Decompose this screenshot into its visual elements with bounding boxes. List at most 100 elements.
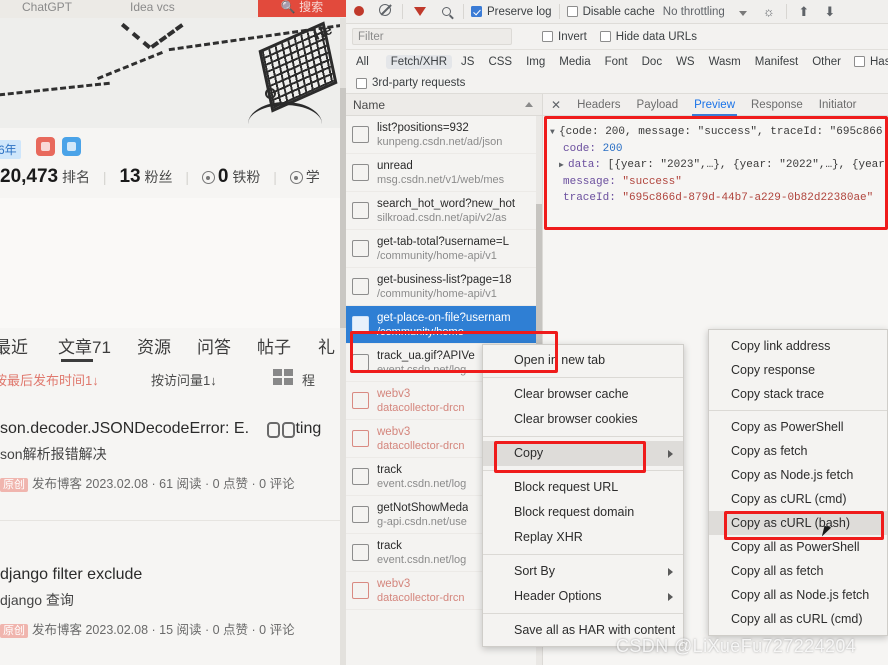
request-row[interactable]: search_hot_word?new_hot silkroad.csdn.net… [346, 192, 542, 230]
submenu-item-copy-stack-trace[interactable]: Copy stack trace [709, 382, 887, 406]
hide-data-urls-checkbox[interactable]: Hide data URLs [599, 31, 697, 43]
menu-item-clear-browser-cache[interactable]: Clear browser cache [483, 382, 683, 407]
filter-icon[interactable] [407, 4, 433, 30]
post-item[interactable]: son.decoder.JSONDecodeError: E. ting son… [0, 420, 346, 492]
profile-counters: 20,473 排名 | 13 粉丝 | 0 铁粉 | 学 [0, 166, 346, 198]
collapse-triangle-icon[interactable]: ▼ [550, 125, 559, 141]
post-title[interactable]: django filter exclude [0, 566, 346, 584]
type-filter-fetch-xhr[interactable]: Fetch/XHR [385, 54, 453, 69]
tab-chatgpt[interactable]: ChatGPT [22, 0, 72, 14]
throttling-select[interactable]: No throttling [663, 6, 725, 18]
submenu-item-copy-as-curl-cmd[interactable]: Copy as cURL (cmd) [709, 487, 887, 511]
type-filter-other[interactable]: Other [807, 55, 846, 69]
submenu-item-copy-as-powershell[interactable]: Copy as PowerShell [709, 415, 887, 439]
request-row[interactable]: unread msg.csdn.net/v1/web/mes [346, 154, 542, 192]
tab-idea-vcs[interactable]: Idea vcs [130, 0, 175, 14]
type-filter-wasm[interactable]: Wasm [704, 55, 746, 69]
json-root-line[interactable]: ▼ {code: 200, message: "success", traceId… [550, 124, 888, 141]
record-icon[interactable] [346, 4, 372, 19]
tab-payload[interactable]: Payload [629, 94, 687, 116]
context-menu[interactable]: Open in new tab Clear browser cache Clear … [482, 344, 684, 647]
dash-stroke [150, 23, 184, 49]
type-filter-js[interactable]: JS [456, 55, 479, 69]
type-filter-all[interactable]: All [351, 55, 374, 69]
menu-item-open-in-new-tab[interactable]: Open in new tab [483, 348, 683, 373]
request-name: unread [377, 159, 413, 172]
menu-item-clear-browser-cookies[interactable]: Clear browser cookies [483, 407, 683, 432]
sort-by-views[interactable]: 按访问量1↓ [151, 370, 217, 389]
grid-layout-icon[interactable] [273, 369, 293, 385]
post-title[interactable]: son.decoder.JSONDecodeError: E. ting [0, 420, 346, 438]
submenu-item-copy-all-as-node-js-fetch[interactable]: Copy all as Node.js fetch [709, 583, 887, 607]
preserve-log-checkbox[interactable]: Preserve log [471, 6, 552, 18]
submenu-item-copy-as-node-js-fetch[interactable]: Copy as Node.js fetch [709, 463, 887, 487]
submenu-item-copy-response[interactable]: Copy response [709, 358, 887, 382]
chevron-down-icon[interactable] [730, 4, 756, 19]
tab-initiator[interactable]: Initiator [811, 94, 865, 116]
has-blocked-checkbox[interactable]: Has blocked [854, 56, 888, 68]
response-tabs: ✕ Headers Payload Preview Response Initi… [543, 94, 888, 116]
nav-tab-posts[interactable]: 帖子 [257, 333, 291, 358]
type-filter-ws[interactable]: WS [671, 55, 700, 69]
nav-tab-more[interactable]: 礼 [318, 333, 335, 358]
copy-submenu[interactable]: Copy link address Copy response Copy stack… [708, 329, 888, 636]
network-conditions-icon[interactable]: ☼ [756, 4, 782, 19]
json-preview-tree: ▼ {code: 200, message: "success", traceId… [543, 116, 888, 206]
request-row[interactable]: get-business-list?page=18/community/home… [346, 268, 542, 306]
import-har-icon[interactable]: ⬆ [791, 4, 817, 20]
search-button[interactable]: 🔍 搜索 [258, 0, 346, 17]
disable-cache-checkbox[interactable]: Disable cache [566, 6, 655, 18]
request-url: datacollector-drcn [377, 401, 465, 414]
expand-triangle-icon[interactable]: ▶ [559, 158, 568, 174]
menu-item-sort-by[interactable]: Sort By [483, 559, 683, 584]
nav-tab-resources[interactable]: 资源 [137, 333, 171, 358]
request-url: /community/home-api/v1 [377, 249, 497, 262]
type-filter-media[interactable]: Media [554, 55, 595, 69]
type-filter-font[interactable]: Font [600, 55, 633, 69]
menu-item-header-options[interactable]: Header Options [483, 584, 683, 609]
request-row[interactable]: get-tab-total?username=L/community/home-… [346, 230, 542, 268]
submenu-item-copy-as-curl-bash[interactable]: Copy as cURL (bash) [709, 511, 887, 535]
nav-tab-recent[interactable]: 最近 [0, 333, 28, 358]
request-row[interactable]: list?positions=932 kunpeng.csdn.net/ad/js… [346, 116, 542, 154]
request-row[interactable]: get-place-on-file?usernam/community/home [346, 306, 542, 344]
clear-icon[interactable] [372, 4, 398, 19]
menu-item-block-request-url[interactable]: Block request URL [483, 475, 683, 500]
menu-item-replay-xhr[interactable]: Replay XHR [483, 525, 683, 550]
post-divider [0, 520, 340, 521]
close-icon[interactable]: ✕ [543, 98, 569, 112]
menu-item-copy[interactable]: Copy [483, 441, 683, 466]
type-filter-doc[interactable]: Doc [637, 55, 667, 69]
request-list-header[interactable]: Name [346, 94, 542, 116]
export-har-icon[interactable]: ⬇ [817, 4, 843, 20]
tab-headers[interactable]: Headers [569, 94, 628, 116]
nav-tab-articles[interactable]: 文章71 [58, 333, 111, 358]
menu-item-block-request-domain[interactable]: Block request domain [483, 500, 683, 525]
rank-label: 排名 [62, 169, 91, 185]
submenu-item-copy-all-as-fetch[interactable]: Copy all as fetch [709, 559, 887, 583]
toolbar-divider [463, 4, 464, 19]
request-list-scrollbar-thumb[interactable] [536, 204, 542, 349]
submenu-item-copy-link-address[interactable]: Copy link address [709, 334, 887, 358]
request-text: track_ua.gif?APIVe event.csdn.net/log [377, 349, 475, 377]
submenu-item-copy-as-fetch[interactable]: Copy as fetch [709, 439, 887, 463]
json-line-code: code: 200 [550, 141, 888, 157]
eye-icon [289, 171, 303, 184]
type-filter-manifest[interactable]: Manifest [750, 55, 803, 69]
filter-input[interactable]: Filter [352, 28, 512, 45]
json-line-data[interactable]: ▶ data: [{year: "2023",…}, {year: "2022",… [550, 157, 888, 174]
type-filter-img[interactable]: Img [521, 55, 550, 69]
tab-preview[interactable]: Preview [686, 94, 743, 116]
menu-item-label: Clear browser cache [514, 387, 629, 401]
nav-tab-qa[interactable]: 问答 [197, 333, 231, 358]
submenu-item-copy-all-as-curl-cmd[interactable]: Copy all as cURL (cmd) [709, 607, 887, 631]
type-filter-css[interactable]: CSS [483, 55, 517, 69]
menu-separator [483, 377, 683, 378]
tab-response[interactable]: Response [743, 94, 811, 116]
invert-checkbox[interactable]: Invert [542, 31, 587, 43]
submenu-item-copy-all-as-powershell[interactable]: Copy all as PowerShell [709, 535, 887, 559]
third-party-checkbox[interactable]: 3rd-party requests [356, 77, 465, 89]
sort-by-time[interactable]: 按最后发布时间1↓ [0, 370, 99, 389]
post-item[interactable]: django filter exclude django 查询 原创 发布博客 2… [0, 566, 346, 638]
search-icon[interactable] [433, 4, 459, 19]
